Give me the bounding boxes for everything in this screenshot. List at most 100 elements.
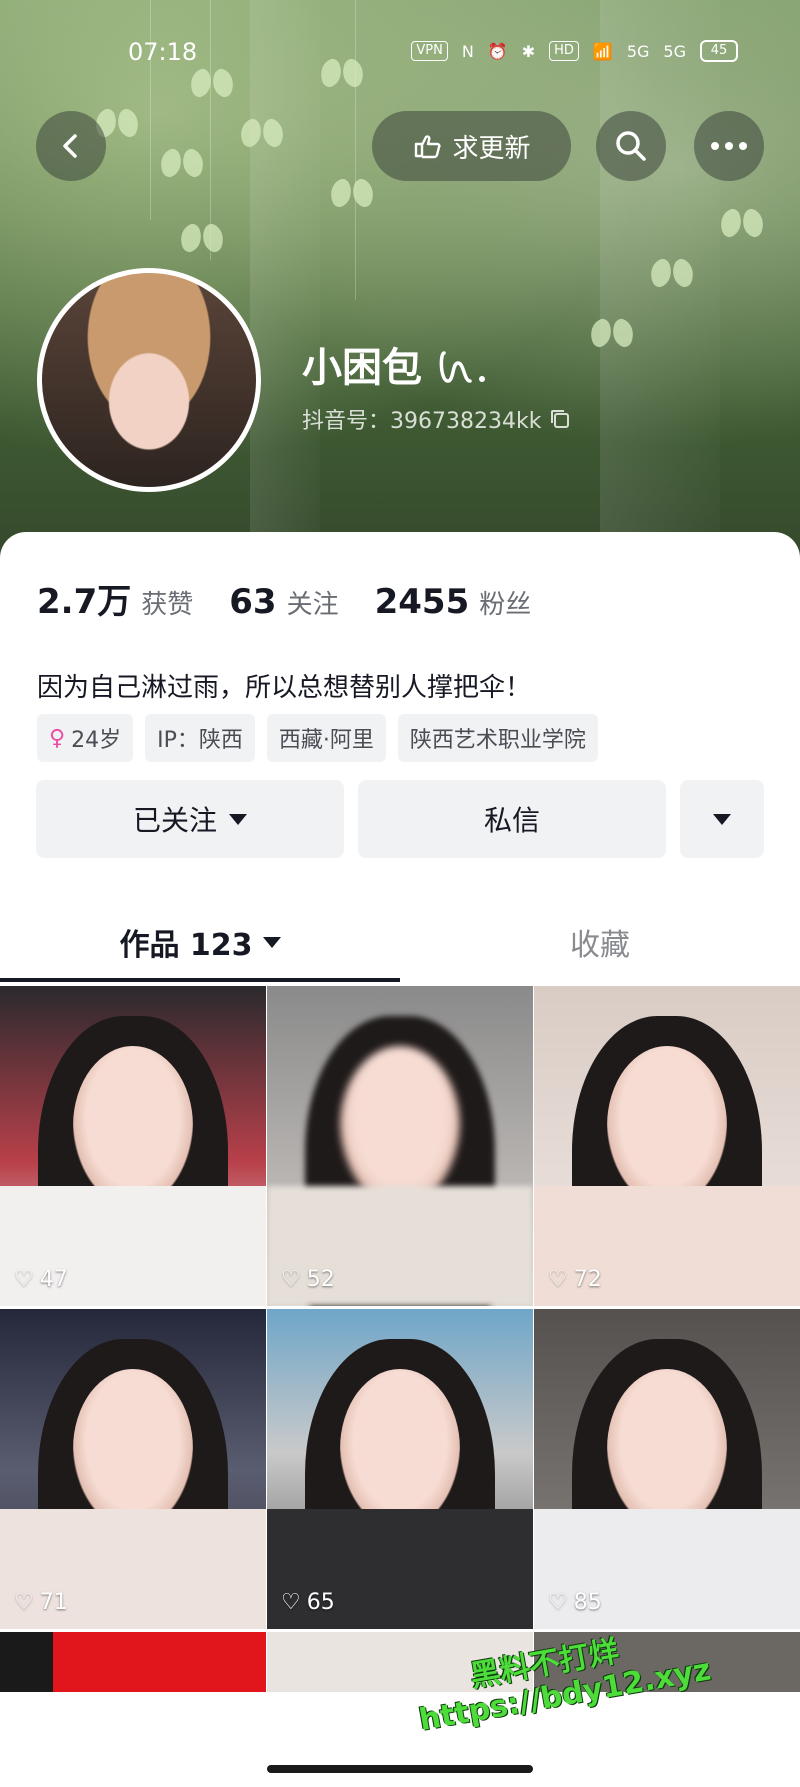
battery-icon: 45 [700, 40, 738, 62]
like-count-value: 65 [306, 1590, 335, 1615]
likes-label: 获赞 [141, 590, 194, 620]
video-thumbnail[interactable]: ♡ 52 [267, 986, 533, 1306]
like-count: ♡ 65 [281, 1590, 335, 1615]
butterfly-decoration [330, 180, 374, 206]
following-count[interactable]: 63 [229, 582, 276, 622]
heart-icon: ♡ [281, 1590, 301, 1615]
copy-icon[interactable] [549, 408, 571, 430]
likes-count[interactable]: 2.7万 [37, 574, 131, 623]
active-tab-indicator [0, 978, 400, 982]
heart-icon: ♡ [14, 1590, 34, 1615]
wifi-icon: 📶 [592, 41, 613, 61]
ip-tag: IP：陕西 [145, 714, 255, 762]
content-tabs: 作品 123 收藏 [0, 902, 800, 982]
heart-icon: ♡ [281, 1267, 301, 1292]
following-label: 关注 [286, 590, 339, 620]
profile-bio: 因为自己淋过雨，所以总想替别人撑把伞！ [37, 673, 532, 703]
video-thumbnail[interactable]: ♡ 72 [534, 986, 800, 1306]
video-thumbnail[interactable]: ♡ 65 [267, 1309, 533, 1629]
profile-name-text: 小困包 [302, 345, 422, 391]
heart-icon: ♡ [14, 1267, 34, 1292]
douyin-id: 抖音号：396738234kk [302, 403, 571, 435]
search-icon [616, 131, 646, 161]
like-count-value: 52 [306, 1267, 335, 1292]
like-count-value: 71 [39, 1590, 68, 1615]
avatar[interactable] [37, 268, 261, 492]
video-thumbnail[interactable] [0, 1632, 266, 1692]
pointing-hand-icon [415, 135, 442, 159]
more-icon [711, 142, 747, 150]
location-tag[interactable]: 西藏·阿里 [266, 714, 386, 762]
heart-icon: ♡ [548, 1267, 568, 1292]
tab-works[interactable]: 作品 123 [0, 902, 400, 982]
curtain-decoration [250, 0, 320, 560]
chevron-left-icon [63, 134, 77, 158]
like-count: ♡ 71 [14, 1590, 68, 1615]
alarm-icon: ⏰ [487, 41, 508, 61]
search-button[interactable] [596, 111, 666, 181]
video-thumbnail[interactable]: ♡ 71 [0, 1309, 266, 1629]
bluetooth-icon: ✱ [521, 41, 536, 61]
like-count-value: 85 [573, 1590, 602, 1615]
butterfly-decoration [180, 225, 224, 251]
followers-label: 粉丝 [479, 590, 532, 620]
butterfly-decoration [240, 120, 284, 146]
caret-down-icon [262, 936, 281, 948]
thumbnail-image [340, 1369, 460, 1529]
like-count: ♡ 85 [548, 1590, 602, 1615]
heart-icon: ♡ [548, 1590, 568, 1615]
butterfly-decoration [160, 150, 204, 176]
video-thumbnail[interactable]: ♡ 47 [0, 986, 266, 1306]
status-time: 07:18 [128, 38, 198, 66]
profile-card: 2.7万 获赞 63 关注 2455 粉丝 因为自己淋过雨，所以总想替别人撑把伞… [0, 532, 800, 1787]
tab-works-label: 作品 123 [119, 928, 253, 963]
status-bar: 07:18 VPN N ⏰ ✱ HD 📶 5G 5G 45 [0, 34, 800, 70]
action-buttons: 已关注 私信 [36, 780, 764, 858]
message-button[interactable]: 私信 [358, 780, 666, 858]
profile-stats: 2.7万 获赞 63 关注 2455 粉丝 [37, 574, 567, 623]
video-grid: ♡ 47 ♡ 52 ♡ 72 ♡ 71 ♡ 65 ♡ 85 [0, 986, 800, 1692]
butterfly-decoration [590, 320, 634, 346]
profile-name: 小困包 [302, 335, 496, 393]
signal-5g-icon: 5G [663, 41, 686, 61]
like-count-value: 72 [573, 1267, 602, 1292]
emoji-decoration-icon [439, 351, 485, 383]
followed-label: 已关注 [132, 804, 217, 837]
profile-tags: ♀ 24岁 IP：陕西 西藏·阿里 陕西艺术职业学院 [37, 714, 598, 762]
request-update-button[interactable]: 求更新 [372, 111, 571, 181]
signal-5g-icon: 5G [626, 41, 650, 61]
like-count: ♡ 52 [281, 1267, 335, 1292]
hd-icon: HD [549, 41, 579, 61]
thumbnail-image [340, 1046, 460, 1206]
school-tag[interactable]: 陕西艺术职业学院 [397, 714, 598, 762]
like-count-value: 47 [39, 1267, 68, 1292]
recommend-dropdown-button[interactable] [680, 780, 764, 858]
home-indicator[interactable] [267, 1765, 533, 1773]
video-thumbnail[interactable]: ♡ 85 [534, 1309, 800, 1629]
caret-down-icon [229, 813, 247, 825]
thumbnail-image [73, 1046, 193, 1206]
message-label: 私信 [483, 804, 540, 837]
butterfly-decoration [190, 70, 234, 96]
tab-favorites[interactable]: 收藏 [400, 902, 800, 982]
like-count: ♡ 47 [14, 1267, 68, 1292]
butterfly-decoration [650, 260, 694, 286]
age-tag: ♀ 24岁 [37, 714, 134, 762]
followed-button[interactable]: 已关注 [36, 780, 344, 858]
nfc-icon: N [461, 41, 474, 61]
female-icon: ♀ [49, 725, 66, 751]
thumbnail-image [607, 1046, 727, 1206]
string-decoration [150, 0, 151, 220]
more-button[interactable] [694, 111, 764, 181]
vpn-icon: VPN [411, 41, 448, 61]
butterfly-decoration [720, 210, 764, 236]
thumbnail-image [73, 1369, 193, 1529]
request-update-label: 求更新 [452, 133, 531, 164]
douyin-id-text: 抖音号：396738234kk [302, 409, 542, 434]
like-count: ♡ 72 [548, 1267, 602, 1292]
followers-count[interactable]: 2455 [375, 582, 470, 622]
back-button[interactable] [36, 111, 106, 181]
caret-down-icon [713, 813, 731, 825]
status-icons: VPN N ⏰ ✱ HD 📶 5G 5G 45 [411, 40, 738, 62]
age-tag-label: 24岁 [71, 728, 122, 753]
